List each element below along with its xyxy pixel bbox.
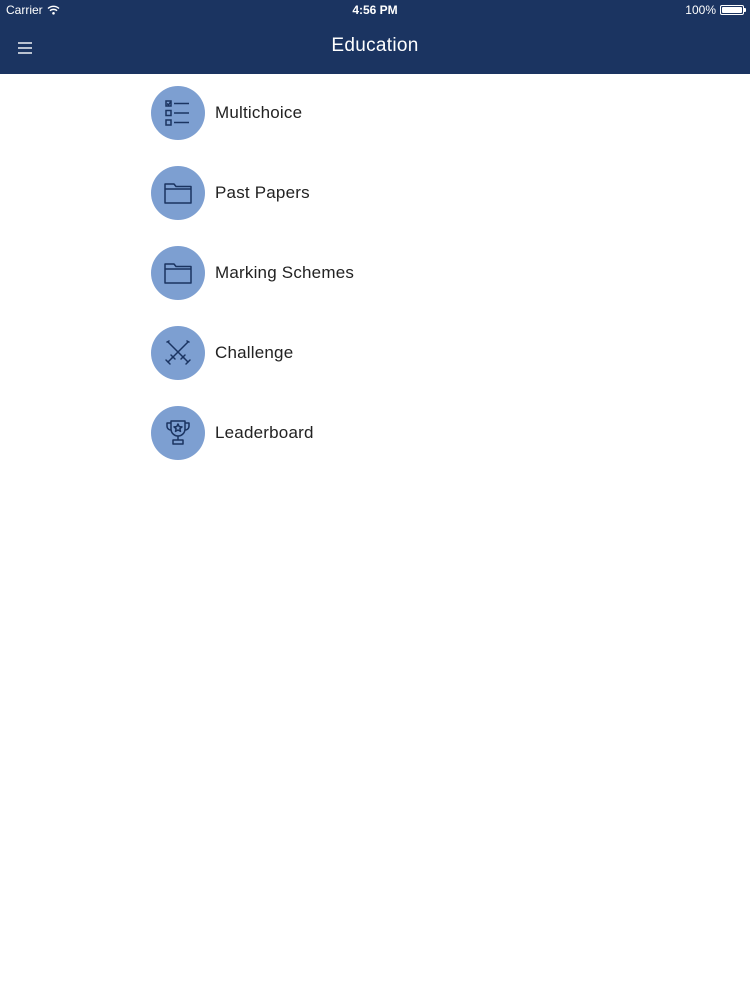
menu-item-leaderboard[interactable]: Leaderboard: [151, 406, 354, 460]
crossed-swords-icon: [165, 340, 191, 365]
icon-circle: [151, 86, 205, 140]
folder-icon: [164, 183, 192, 204]
education-menu-list: Multichoice Past Papers Marking Schemes …: [151, 86, 354, 486]
menu-item-label: Leaderboard: [215, 423, 314, 442]
icon-circle: [151, 246, 205, 300]
trophy-icon: [166, 420, 190, 445]
page-title: Education: [331, 35, 419, 56]
menu-item-label: Challenge: [215, 343, 294, 362]
folder-icon: [164, 263, 192, 284]
menu-item-marking-schemes[interactable]: Marking Schemes: [151, 246, 354, 300]
battery-icon: [720, 5, 746, 15]
top-bar: Carrier 4:56 PM 100% Education: [0, 0, 750, 74]
battery-percent: 100%: [685, 3, 716, 17]
menu-item-label: Marking Schemes: [215, 263, 355, 282]
battery-level-fill: [722, 7, 742, 13]
menu-item-multichoice[interactable]: Multichoice: [151, 86, 354, 140]
app-screen: Carrier 4:56 PM 100% Education Multichoi…: [0, 0, 750, 1000]
status-right: 100%: [685, 3, 746, 17]
status-bar: Carrier 4:56 PM 100%: [0, 0, 750, 20]
menu-item-challenge[interactable]: Challenge: [151, 326, 354, 380]
menu-item-past-papers[interactable]: Past Papers: [151, 166, 354, 220]
icon-circle: [151, 406, 205, 460]
navigation-bar: Education: [0, 20, 750, 74]
checklist-icon: [165, 100, 189, 126]
status-time: 4:56 PM: [352, 3, 398, 17]
icon-circle: [151, 166, 205, 220]
icon-circle: [151, 326, 205, 380]
menu-item-label: Past Papers: [215, 183, 310, 202]
menu-item-label: Multichoice: [215, 103, 303, 122]
